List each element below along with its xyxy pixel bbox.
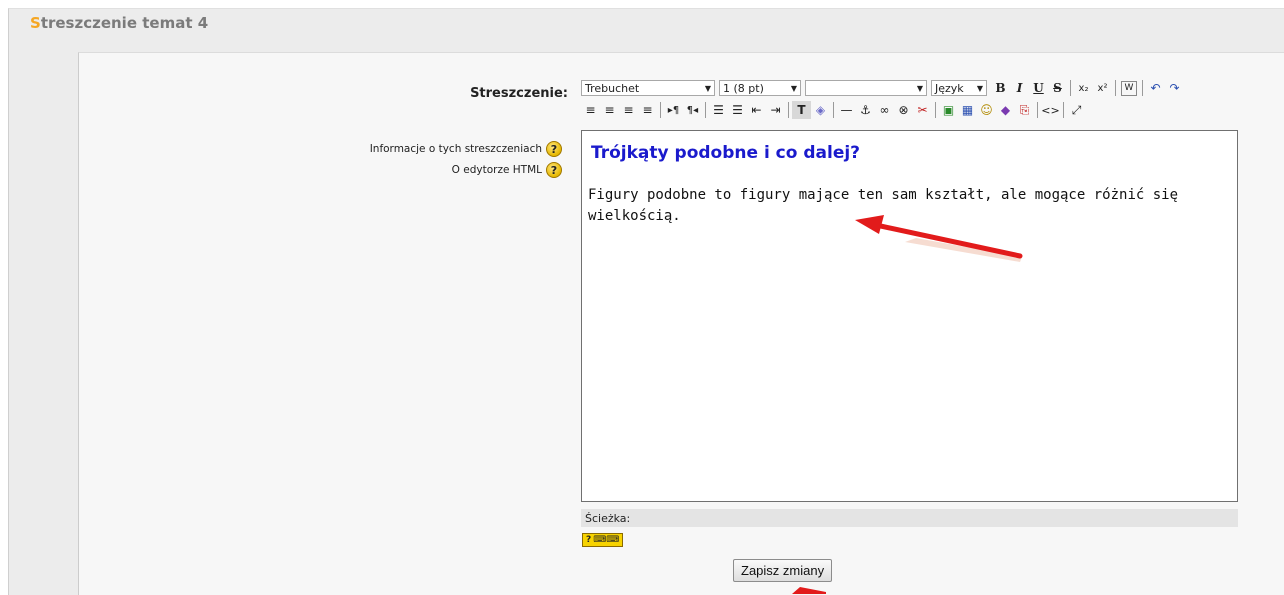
editor-paragraph[interactable]: Figury podobne to figury mające ten sam …: [588, 185, 1188, 227]
editor-toolbar-bottom: ≡ ≡ ≡ ≡ ▸¶ ¶◂ ☰ ☰ ⇤ ⇥ T ◈ — ⚓ ∞ ⊗ ✂ ▣ ▦ …: [581, 99, 1086, 121]
toolbar-separator: [1070, 80, 1071, 96]
insert-smiley-button[interactable]: ☺: [977, 101, 996, 119]
page-title: Streszczenie temat 4: [30, 14, 208, 32]
page-title-initial: S: [30, 14, 41, 32]
underline-button[interactable]: U: [1029, 79, 1048, 97]
dropdown-arrow-icon: ▼: [976, 83, 983, 93]
html-editor-help-link[interactable]: O edytorze HTML ?: [452, 162, 562, 178]
rtl-button[interactable]: ¶◂: [683, 101, 702, 119]
search-replace-button[interactable]: ⎘: [1015, 101, 1034, 119]
keyboard-icon: ⌨⌨: [593, 535, 620, 545]
undo-button[interactable]: ↶: [1146, 79, 1165, 97]
paragraph-style-select[interactable]: ▼: [805, 80, 927, 96]
anchor-button[interactable]: ⚓: [856, 101, 875, 119]
toolbar-separator: [1037, 102, 1038, 118]
indent-button[interactable]: ⇥: [766, 101, 785, 119]
insert-table-button[interactable]: ▦: [958, 101, 977, 119]
language-select[interactable]: Język ▼: [931, 80, 987, 96]
insert-image-button[interactable]: ▣: [939, 101, 958, 119]
toolbar-separator: [833, 102, 834, 118]
save-changes-button[interactable]: Zapisz zmiany: [733, 559, 833, 582]
insert-link-button[interactable]: ∞: [875, 101, 894, 119]
help-icon[interactable]: ?: [546, 162, 562, 178]
toolbar-separator: [1063, 102, 1064, 118]
text-color-button[interactable]: T: [792, 101, 811, 119]
align-center-button[interactable]: ≡: [600, 101, 619, 119]
paste-word-button[interactable]: W: [1121, 80, 1137, 96]
ltr-button[interactable]: ▸¶: [664, 101, 683, 119]
dropdown-arrow-icon: ▼: [704, 83, 711, 93]
special-character-button[interactable]: ◆: [996, 101, 1015, 119]
toolbar-separator: [705, 102, 706, 118]
keyboard-help-button[interactable]: ? ⌨⌨: [582, 533, 624, 547]
editor-toolbar-top: Trebuchet ▼ 1 (8 pt) ▼ ▼ Język ▼ B I U S…: [581, 77, 1184, 99]
font-family-value: Trebuchet: [585, 81, 640, 95]
help-icon[interactable]: ?: [546, 141, 562, 157]
align-left-button[interactable]: ≡: [581, 101, 600, 119]
background-color-button[interactable]: ◈: [811, 101, 830, 119]
dropdown-arrow-icon: ▼: [916, 83, 923, 93]
page-title-rest: treszczenie temat 4: [40, 14, 209, 32]
toolbar-separator: [788, 102, 789, 118]
italic-button[interactable]: I: [1010, 79, 1029, 97]
prevent-autolink-button[interactable]: ✂: [913, 101, 932, 119]
path-label: Ścieżka:: [585, 511, 631, 525]
justify-button[interactable]: ≡: [638, 101, 657, 119]
dropdown-arrow-icon: ▼: [790, 83, 797, 93]
html-source-button[interactable]: <>: [1041, 101, 1060, 119]
help-icon: ?: [586, 535, 592, 545]
unordered-list-button[interactable]: ☰: [728, 101, 747, 119]
toolbar-separator: [1115, 80, 1116, 96]
html-editor-area[interactable]: Trójkąty podobne i co dalej? Figury podo…: [581, 130, 1238, 502]
font-size-select[interactable]: 1 (8 pt) ▼: [719, 80, 801, 96]
fullscreen-button[interactable]: ⤢: [1067, 101, 1086, 119]
toolbar-separator: [1142, 80, 1143, 96]
bold-button[interactable]: B: [991, 79, 1010, 97]
summary-help-text[interactable]: Informacje o tych streszczeniach: [370, 143, 542, 155]
unlink-button[interactable]: ⊗: [894, 101, 913, 119]
language-value: Język: [935, 81, 964, 95]
subscript-button[interactable]: x₂: [1074, 79, 1093, 97]
font-family-select[interactable]: Trebuchet ▼: [581, 80, 715, 96]
align-right-button[interactable]: ≡: [619, 101, 638, 119]
ordered-list-button[interactable]: ☰: [709, 101, 728, 119]
toolbar-separator: [935, 102, 936, 118]
redo-button[interactable]: ↷: [1165, 79, 1184, 97]
toolbar-separator: [660, 102, 661, 118]
summary-label: Streszczenie:: [470, 86, 568, 101]
path-bar: Ścieżka:: [581, 509, 1238, 527]
horizontal-rule-button[interactable]: —: [837, 101, 856, 119]
strikethrough-button[interactable]: S: [1048, 79, 1067, 97]
superscript-button[interactable]: x²: [1093, 79, 1112, 97]
html-editor-help-text[interactable]: O edytorze HTML: [452, 164, 542, 176]
editor-heading[interactable]: Trójkąty podobne i co dalej?: [591, 143, 860, 163]
font-size-value: 1 (8 pt): [723, 81, 764, 95]
summary-help-link[interactable]: Informacje o tych streszczeniach ?: [370, 141, 562, 157]
outdent-button[interactable]: ⇤: [747, 101, 766, 119]
